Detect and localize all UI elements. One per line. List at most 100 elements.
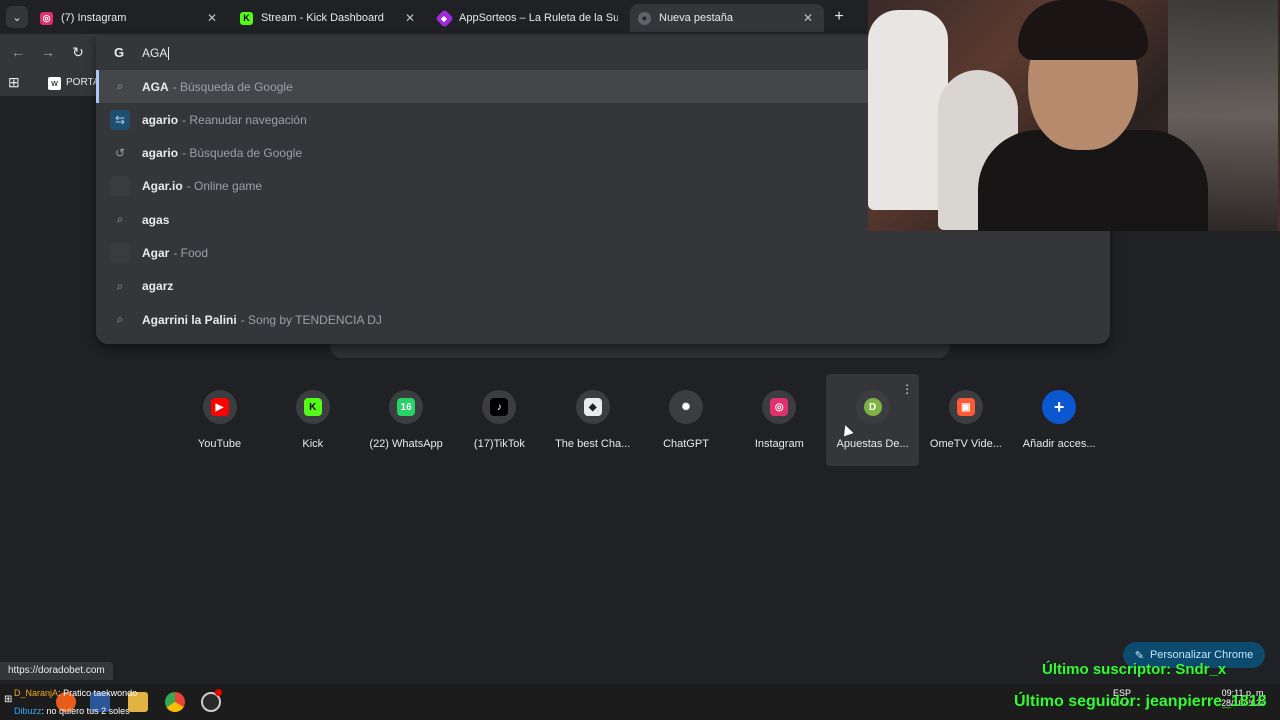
apps-grid-icon[interactable]: ⊞	[8, 74, 20, 91]
forward-button[interactable]: →	[38, 42, 58, 62]
shortcut-label: Añadir acces...	[1022, 438, 1096, 450]
tab-close-icon[interactable]: ✕	[800, 11, 816, 25]
letter-d-icon: D	[863, 398, 882, 416]
notification-dot	[215, 689, 222, 696]
tab-group-icon: ⇆	[110, 109, 130, 130]
suggestion-text: agario	[142, 146, 179, 161]
tab-strip: ⌄ ◎ (7) Instagram ✕ K Stream - Kick Dash…	[0, 0, 868, 34]
shortcut-label: Instagram	[754, 438, 804, 450]
shortcut-tile[interactable]: ◎ Instagram	[733, 374, 826, 466]
chrome-taskbar-icon[interactable]	[165, 692, 185, 712]
more-options-icon[interactable]: ⋮	[901, 382, 913, 396]
suggestion-text: agarz	[142, 279, 174, 294]
address-input-text[interactable]: AGA	[142, 46, 170, 61]
shortcut-tile[interactable]: ▣ OmeTV Vide...	[919, 374, 1012, 466]
bookmark-favicon: w	[48, 77, 61, 90]
suggestion-text: AGA	[142, 79, 169, 94]
shortcut-label: Kick	[302, 438, 324, 450]
status-bubble-url: https://doradobet.com	[0, 662, 113, 680]
discord-icon: ◆	[583, 398, 602, 416]
tab-close-icon[interactable]: ✕	[402, 11, 418, 25]
history-icon: ↺	[114, 146, 126, 161]
tab-title: Stream - Kick Dashboard	[261, 12, 384, 24]
suggestion-subtitle: - Food	[173, 246, 209, 260]
shortcut-tile[interactable]: K Kick	[266, 374, 359, 466]
ghost-decoration	[868, 10, 948, 210]
tab-search-button[interactable]: ⌄	[6, 6, 28, 28]
chat-message: Dibuzz: no quiero tus 2 soles	[14, 706, 130, 716]
youtube-icon: ▶	[210, 398, 229, 416]
shortcut-tile[interactable]: D Apuestas De... ⋮	[826, 374, 920, 466]
shortcut-icon-circle: K	[295, 390, 330, 424]
omnibox-suggestion[interactable]: Agar - Food	[96, 237, 1110, 270]
tiktok-icon: ♪	[490, 398, 509, 416]
last-subscriber-overlay: Último suscriptor: Sndr_x	[1042, 661, 1227, 678]
back-button[interactable]: ←	[8, 42, 28, 62]
shortcut-label: OmeTV Vide...	[929, 438, 1002, 450]
kick-icon: K	[240, 11, 253, 25]
shortcut-tile[interactable]: ◆ The best Cha...	[546, 374, 639, 466]
shortcut-tile[interactable]: 16 (22) WhatsApp	[360, 374, 453, 466]
chat-message: D_NaranjA: Pratico taekwondo	[14, 688, 138, 698]
tab-nueva-pestana[interactable]: ● Nueva pestaña ✕	[630, 4, 824, 32]
suggestion-text: Agar	[142, 246, 170, 260]
tab-appsorteos[interactable]: ■ AppSorteos – La Ruleta de la Su	[430, 4, 626, 32]
shortcut-icon-circle: ◎	[762, 390, 797, 424]
suggestion-subtitle: - Reanudar navegación	[182, 112, 307, 127]
suggestion-text: agario	[142, 112, 179, 127]
shortcut-label: (17)TikTok	[473, 438, 525, 450]
webcam-overlay	[868, 0, 1280, 231]
search-icon: ⌕	[116, 312, 124, 327]
tab-kick-dashboard[interactable]: K Stream - Kick Dashboard ✕	[232, 4, 426, 32]
chatgpt-icon: ✺	[677, 398, 695, 416]
bookmark-item[interactable]: PORTA	[66, 77, 100, 88]
suggestion-subtitle: - Song by TENDENCIA DJ	[240, 312, 382, 327]
last-follower-overlay: Último seguidor: jeanpierre_1818	[1014, 693, 1267, 710]
plus-icon: +	[1053, 396, 1065, 417]
chrome-icon: ●	[638, 11, 651, 25]
kick-icon: K	[303, 398, 322, 416]
shortcut-tile[interactable]: ✺ ChatGPT	[640, 374, 733, 466]
ometv-icon: ▣	[956, 398, 975, 416]
tab-instagram[interactable]: ◎ (7) Instagram ✕	[32, 4, 228, 32]
tab-close-icon[interactable]: ✕	[204, 11, 220, 25]
customize-label: Personalizar Chrome	[1149, 649, 1254, 661]
whatsapp-icon: 16	[397, 398, 416, 416]
shortcut-icon-circle: ▶	[202, 390, 237, 424]
site-icon	[110, 176, 130, 197]
search-icon: ⌕	[116, 278, 124, 293]
site-icon	[110, 243, 130, 263]
suggestion-subtitle: - Búsqueda de Google	[172, 79, 293, 94]
suggestion-text: Agar.io	[142, 179, 183, 194]
omnibox-suggestion[interactable]: ⌕ Agarrini la Palini - Song by TENDENCIA D…	[96, 303, 1110, 336]
shortcut-icon-circle: +	[1042, 390, 1077, 424]
shortcut-icon-circle: ▣	[948, 390, 983, 424]
suggestion-text: agas	[142, 212, 170, 227]
shortcut-label: The best Cha...	[555, 438, 631, 450]
tab-title: (7) Instagram	[61, 12, 127, 24]
shortcut-tile[interactable]: + Añadir acces...	[1013, 374, 1106, 466]
shortcut-label: YouTube	[197, 438, 242, 450]
appsorteos-icon: ■	[435, 8, 454, 28]
shortcut-icon-circle: 16	[389, 390, 424, 424]
reload-button[interactable]: ↻	[68, 42, 88, 62]
search-icon: ⌕	[116, 212, 124, 227]
streamer-hair	[1018, 0, 1148, 60]
shortcut-tile[interactable]: ♪ (17)TikTok	[453, 374, 546, 466]
shortcut-label: ChatGPT	[663, 438, 709, 450]
shortcut-icon-circle: ♪	[482, 390, 517, 424]
shortcut-label: Apuestas De...	[836, 438, 909, 450]
shortcut-label: (22) WhatsApp	[369, 438, 443, 450]
start-icon[interactable]: ⊞	[4, 694, 12, 705]
instagram-icon: ◎	[40, 11, 53, 25]
shortcut-tile[interactable]: ▶ YouTube	[173, 374, 266, 466]
new-tab-button[interactable]: +	[830, 8, 848, 26]
suggestion-subtitle: - Online game	[186, 179, 263, 194]
google-g-icon: G	[114, 45, 125, 60]
shortcut-icon-circle: ✺	[669, 390, 703, 424]
shortcut-icon-circle: ◆	[575, 390, 610, 424]
tab-title: AppSorteos – La Ruleta de la Su	[459, 12, 618, 24]
omnibox-suggestion[interactable]: ⌕ agarz	[96, 270, 1110, 303]
search-icon: ⌕	[116, 79, 124, 93]
shortcuts-grid: ▶ YouTube K Kick 16 (22) WhatsApp ♪ (17)TikTok ◆…	[173, 374, 1103, 468]
